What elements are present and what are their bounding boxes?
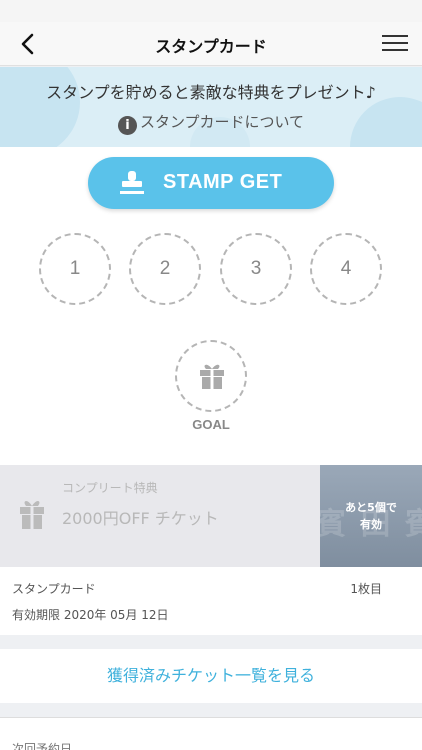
stamp-slot-4: 4: [310, 233, 382, 305]
info-banner: スタンプを貯めると素敵な特典をプレゼント♪ i スタンプカードについて: [0, 67, 422, 147]
goal-label: GOAL: [192, 417, 230, 432]
acquired-tickets-link[interactable]: 獲得済みチケット一覧を見る: [0, 649, 422, 703]
card-count: 1枚目: [350, 582, 382, 596]
remaining-note-line2: 有効: [360, 518, 382, 531]
stamp-card-area: STAMP GET 1 2 3 4 GOAL: [0, 147, 422, 465]
stamp-slot-1: 1: [39, 233, 111, 305]
next-reservation-label: 次回予約日: [12, 742, 73, 750]
card-expiry: 有効期限 2020年 05月 12日: [12, 608, 169, 622]
stamp-get-label: STAMP GET: [163, 171, 283, 193]
reward-title: 2000円OFF チケット: [62, 509, 219, 528]
next-reservation-section: 次回予約日: [0, 717, 422, 750]
gift-icon: [200, 364, 224, 389]
hamburger-menu-icon[interactable]: [382, 31, 408, 57]
gift-icon: [20, 501, 44, 529]
about-stamp-card-label: スタンプカードについて: [139, 113, 305, 131]
remaining-note: あと5個で 有効: [320, 499, 422, 533]
banner-text: スタンプを貯めると素敵な特典をプレゼント♪: [46, 83, 376, 102]
card-info: スタンプカード 1枚目 有効期限 2020年 05月 12日: [0, 567, 422, 635]
info-icon: i: [117, 116, 137, 135]
complete-reward-panel: コンプリート特典 2000円OFF チケット 賓 田 賓 片 あと5個で 有効: [0, 465, 422, 567]
goal-slot: [175, 340, 247, 412]
page-title: スタンプカード: [155, 37, 267, 56]
reward-caption: コンプリート特典: [62, 481, 158, 495]
reward-image: 賓 田 賓 片 あと5個で 有効: [320, 465, 422, 567]
card-label: スタンプカード: [12, 582, 96, 596]
navigation-bar: スタンプカード: [0, 22, 422, 66]
stamp-get-button[interactable]: STAMP GET: [88, 157, 334, 209]
stamp-slot-2: 2: [129, 233, 201, 305]
status-bar: [0, 0, 422, 22]
remaining-note-line1: あと5個で: [345, 501, 397, 514]
about-stamp-card-link[interactable]: i スタンプカードについて: [0, 111, 422, 135]
stamp-icon: [120, 171, 144, 194]
stamp-slot-3: 3: [220, 233, 292, 305]
